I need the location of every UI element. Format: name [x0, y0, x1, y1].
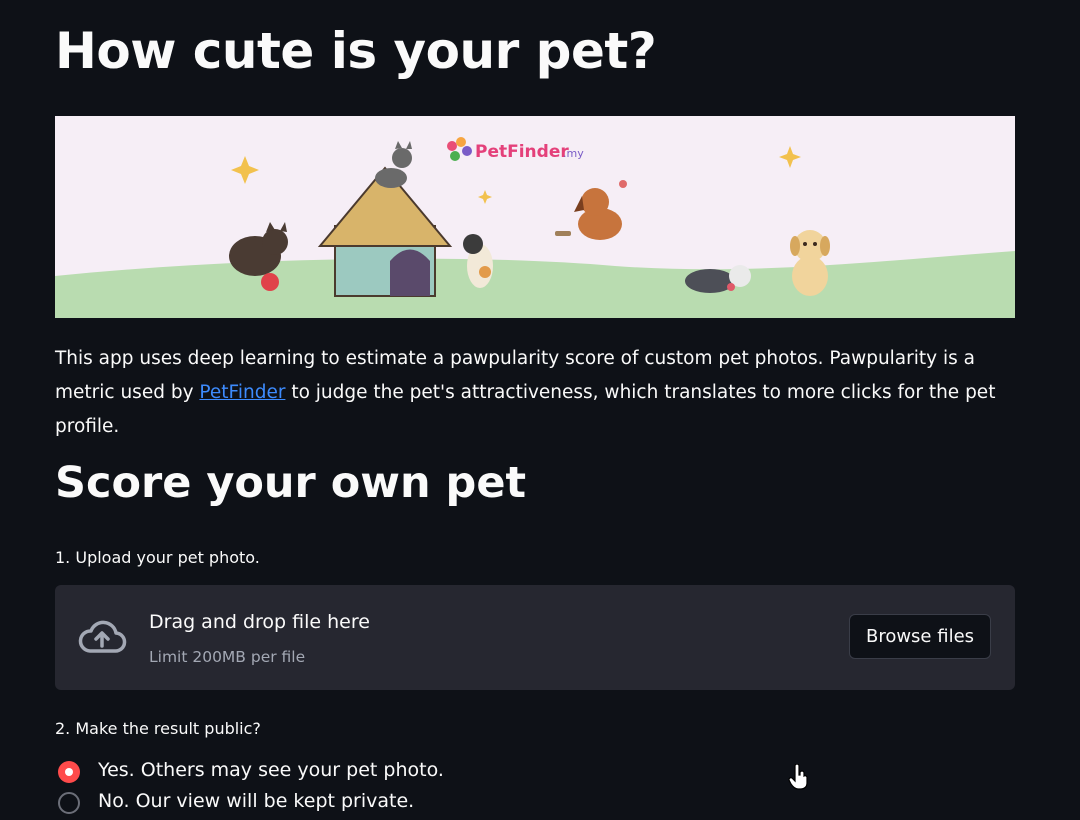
- cloud-upload-icon: [78, 620, 127, 653]
- logo-suffix: .my: [563, 147, 584, 160]
- page-title: How cute is your pet?: [55, 22, 657, 80]
- hand-cursor-icon: [788, 764, 808, 790]
- logo-text: PetFinder: [475, 142, 569, 162]
- radio-unselected-icon[interactable]: [58, 792, 80, 814]
- radio-option-label: Yes. Others may see your pet photo.: [98, 759, 444, 781]
- petfinder-banner-image: PetFinder .my: [55, 116, 1015, 318]
- drop-instruction: Drag and drop file here: [149, 611, 370, 633]
- intro-paragraph: This app uses deep learning to estimate …: [55, 342, 1015, 444]
- radio-selected-icon[interactable]: [58, 761, 80, 783]
- upload-label: 1. Upload your pet photo.: [55, 548, 260, 567]
- petfinder-logo: PetFinder .my: [447, 137, 584, 162]
- radio-option-label: No. Our view will be kept private.: [98, 790, 415, 812]
- file-dropzone[interactable]: Drag and drop file here Limit 200MB per …: [55, 585, 1015, 690]
- petfinder-link[interactable]: PetFinder: [199, 382, 285, 403]
- browse-files-button[interactable]: Browse files: [849, 614, 991, 659]
- file-size-limit: Limit 200MB per file: [149, 648, 306, 666]
- public-label: 2. Make the result public?: [55, 719, 261, 738]
- section-heading: Score your own pet: [55, 458, 527, 508]
